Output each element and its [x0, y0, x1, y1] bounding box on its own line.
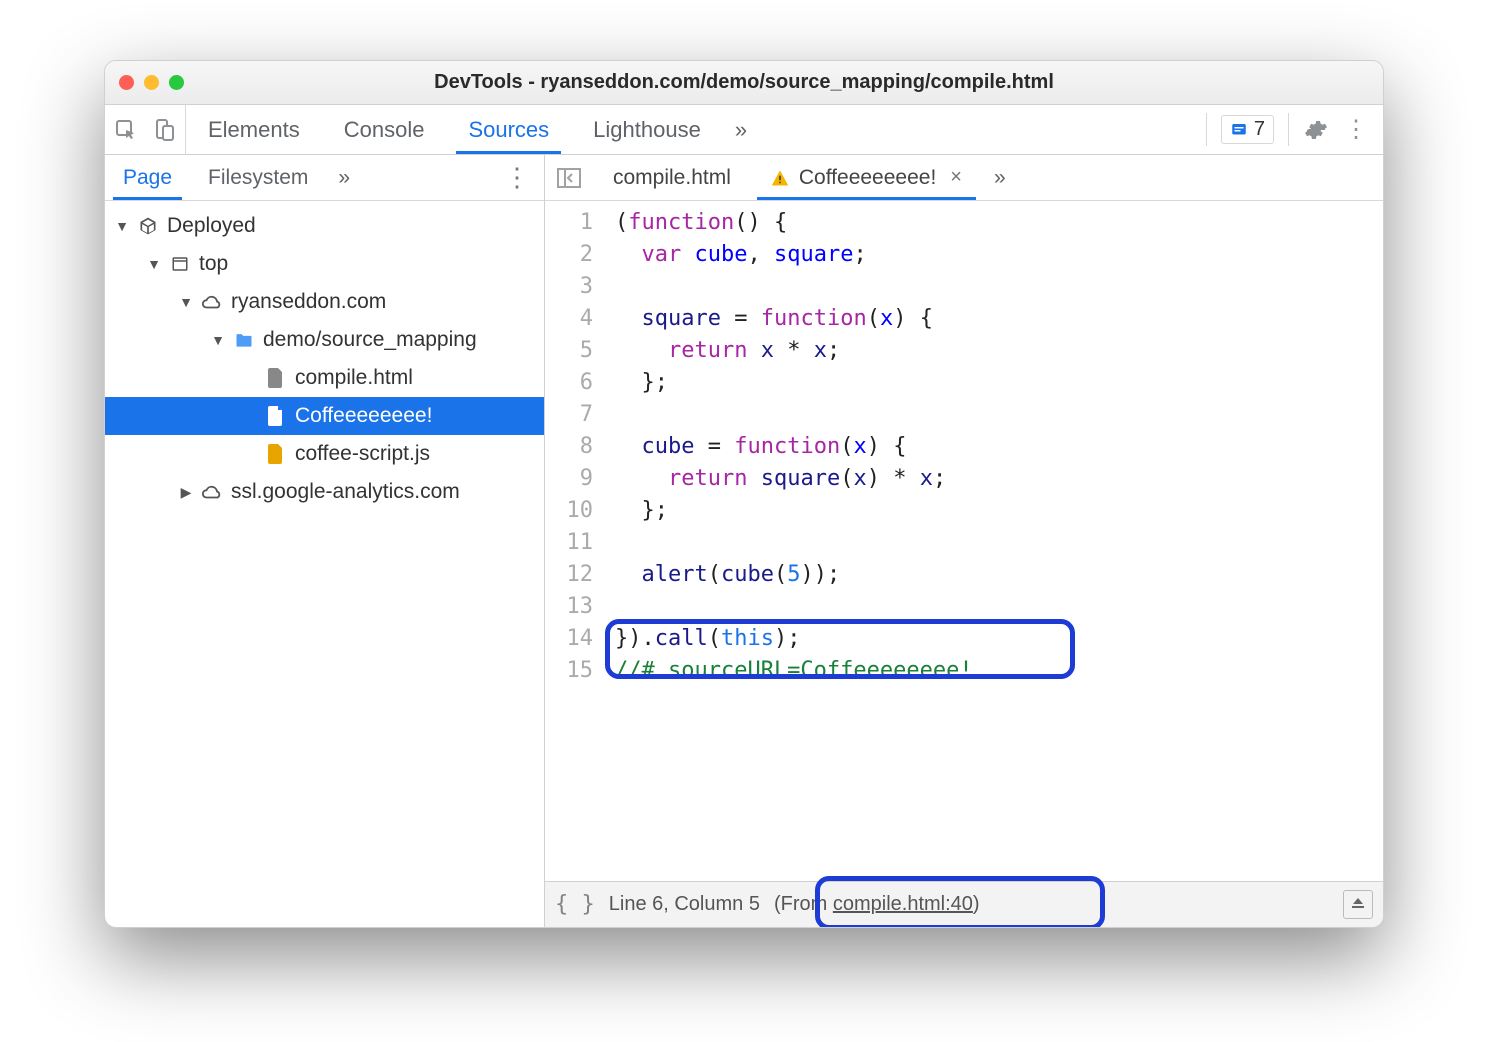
tree-file-compile[interactable]: compile.html — [105, 359, 544, 397]
file-icon — [265, 405, 287, 427]
tree-file-coffee[interactable]: Coffeeeeeeee! — [105, 397, 544, 435]
file-tree: ▼ Deployed ▼ top ▼ ryanseddon.com ▼ — [105, 201, 544, 927]
file-icon — [265, 443, 287, 465]
titlebar: DevTools - ryanseddon.com/demo/source_ma… — [105, 61, 1383, 105]
minimize-window-button[interactable] — [144, 75, 159, 90]
tree-label: top — [199, 252, 228, 276]
issues-badge[interactable]: 7 — [1221, 115, 1274, 144]
tree-top[interactable]: ▼ top — [105, 245, 544, 283]
tab-console[interactable]: Console — [322, 105, 447, 154]
tree-label: compile.html — [295, 366, 413, 390]
tree-domain[interactable]: ▼ ryanseddon.com — [105, 283, 544, 321]
editor-more-tabs-icon[interactable]: » — [982, 155, 1018, 200]
source-origin: (From compile.html:40) — [774, 893, 980, 916]
devtools-window: DevTools - ryanseddon.com/demo/source_ma… — [104, 60, 1384, 928]
editor-tab-compile[interactable]: compile.html — [593, 155, 751, 200]
maximize-window-button[interactable] — [169, 75, 184, 90]
tab-sources[interactable]: Sources — [446, 105, 571, 154]
inspect-element-icon[interactable] — [113, 117, 139, 143]
editor-statusbar: { } Line 6, Column 5 (From compile.html:… — [545, 881, 1383, 927]
sidebar-kebab-icon[interactable]: ⋮ — [490, 155, 544, 200]
code-editor[interactable]: 123456789101112131415 (function() { var … — [545, 201, 1383, 881]
code-content[interactable]: (function() { var cube, square; square =… — [607, 201, 1383, 881]
kebab-menu-icon[interactable]: ⋮ — [1343, 117, 1369, 143]
navigator-toggle-icon[interactable] — [545, 155, 593, 200]
cloud-icon — [201, 481, 223, 503]
window-controls — [119, 75, 184, 90]
tab-lighthouse[interactable]: Lighthouse — [571, 105, 723, 154]
editor-pane: compile.html Coffeeeeeeee! × » 123456789… — [545, 155, 1383, 927]
line-gutter: 123456789101112131415 — [545, 201, 607, 881]
tree-label: ssl.google-analytics.com — [231, 480, 460, 504]
file-icon — [265, 367, 287, 389]
more-tabs-icon[interactable]: » — [723, 105, 759, 154]
window-title: DevTools - ryanseddon.com/demo/source_ma… — [105, 71, 1383, 94]
tree-folder[interactable]: ▼ demo/source_mapping — [105, 321, 544, 359]
editor-tab-label: Coffeeeeeeee! — [799, 166, 936, 190]
close-window-button[interactable] — [119, 75, 134, 90]
show-drawer-icon[interactable] — [1343, 890, 1373, 919]
settings-icon[interactable] — [1303, 117, 1329, 143]
main-toolbar: Elements Console Sources Lighthouse » 7 … — [105, 105, 1383, 155]
folder-icon — [233, 329, 255, 351]
close-tab-icon[interactable]: × — [950, 166, 962, 189]
sidebar-more-tabs-icon[interactable]: » — [326, 155, 362, 200]
warning-icon — [771, 169, 789, 187]
editor-tab-label: compile.html — [613, 166, 731, 190]
cloud-icon — [201, 291, 223, 313]
tree-label: coffee-script.js — [295, 442, 430, 466]
tree-domain-analytics[interactable]: ▶ ssl.google-analytics.com — [105, 473, 544, 511]
cursor-position: Line 6, Column 5 — [609, 893, 760, 916]
tree-label: Deployed — [167, 214, 256, 238]
sidebar-tab-page[interactable]: Page — [105, 155, 190, 200]
issues-count: 7 — [1254, 118, 1265, 141]
pretty-print-icon[interactable]: { } — [555, 892, 595, 917]
tab-elements[interactable]: Elements — [186, 105, 322, 154]
cube-icon — [137, 215, 159, 237]
tree-file-coffeescript[interactable]: coffee-script.js — [105, 435, 544, 473]
editor-tab-coffee[interactable]: Coffeeeeeeee! × — [751, 155, 982, 200]
device-toggle-icon[interactable] — [151, 117, 177, 143]
source-origin-link[interactable]: compile.html:40 — [833, 893, 973, 915]
navigator-sidebar: Page Filesystem » ⋮ ▼ Deployed ▼ top ▼ — [105, 155, 545, 927]
tree-label: demo/source_mapping — [263, 328, 477, 352]
tree-root-deployed[interactable]: ▼ Deployed — [105, 207, 544, 245]
tree-label: Coffeeeeeeee! — [295, 404, 432, 428]
frame-icon — [169, 253, 191, 275]
tree-label: ryanseddon.com — [231, 290, 386, 314]
sidebar-tab-filesystem[interactable]: Filesystem — [190, 155, 326, 200]
